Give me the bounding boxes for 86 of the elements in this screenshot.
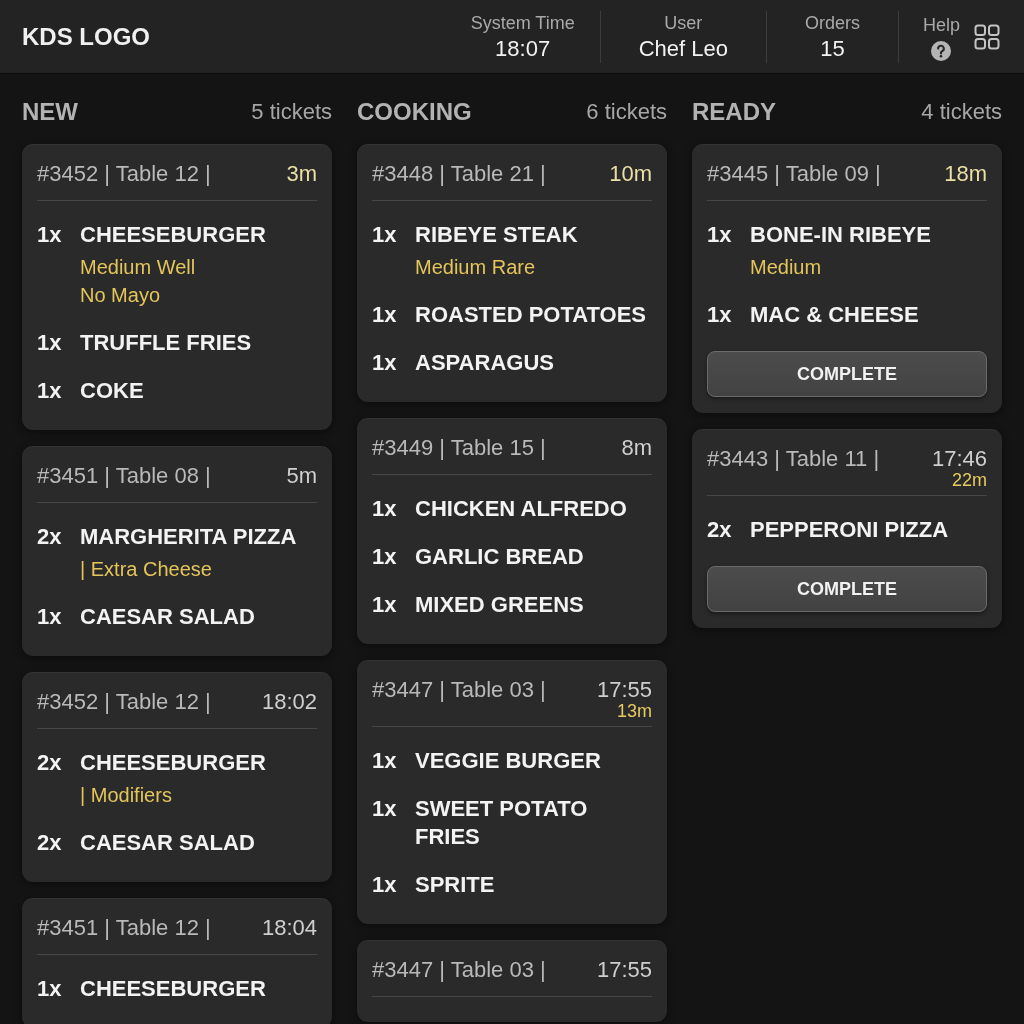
ticket-info: #3445 | Table 09 | — [707, 160, 881, 188]
item-quantity: 1x — [37, 603, 63, 631]
item-quantity: 1x — [372, 301, 398, 329]
item-name: CAESAR SALAD — [80, 603, 256, 631]
ticket-info: #3452 | Table 12 | — [37, 688, 211, 716]
item-quantity: 1x — [372, 591, 398, 619]
item-modifier: No Mayo — [80, 283, 161, 308]
item-quantity: 1x — [372, 495, 398, 523]
item-quantity: 1x — [37, 329, 63, 357]
item-quantity: 1x — [372, 871, 398, 899]
ticket-info: #3447 | Table 03 | — [372, 956, 546, 984]
item-quantity: 1x — [372, 747, 398, 775]
ticket-count: 6 tickets — [586, 98, 667, 126]
stat-value: Chef Leo — [638, 34, 728, 63]
item-name: ROASTED POTATOES — [415, 301, 648, 329]
item-name: MAC & CHEESE — [750, 301, 920, 329]
grid-icon[interactable] — [974, 23, 1000, 50]
item-quantity: 2x — [707, 516, 733, 544]
item-name: SPRITE — [415, 871, 496, 899]
item-quantity: 1x — [37, 377, 63, 405]
ticket-info: #3452 | Table 12 | — [37, 160, 211, 188]
item-name: CHICKEN ALFREDO — [415, 495, 628, 523]
elapsed-time: 22m — [952, 471, 987, 489]
item-name: RIBEYE STEAK — [415, 221, 579, 249]
ticket-info: #3448 | Table 21 | — [372, 160, 546, 188]
help-icon[interactable] — [931, 40, 952, 61]
elapsed-time: 13m — [617, 702, 652, 720]
item-name: PEPPERONI PIZZA — [750, 516, 950, 544]
item-name: VEGGIE BURGER — [415, 747, 602, 775]
ticket-time: 18:04 — [261, 914, 317, 942]
complete-button[interactable]: COMPLETE — [707, 566, 987, 612]
item-modifier: Medium Well — [80, 255, 196, 280]
stat-value: 18:07 — [495, 34, 551, 63]
column-title: NEW — [22, 97, 78, 127]
ticket-time: 5m — [286, 462, 317, 490]
column-title: COOKING — [357, 97, 472, 127]
ticket-time: 17:46 — [931, 445, 987, 473]
item-modifier: Medium — [750, 255, 822, 280]
ticket-time: 8m — [621, 434, 652, 462]
ticket-count: 4 tickets — [921, 98, 1002, 126]
item-quantity: 1x — [372, 221, 398, 249]
ticket-info: #3443 | Table 11 | — [707, 445, 880, 473]
item-quantity: 2x — [37, 749, 63, 777]
item-name: CAESAR SALAD — [80, 829, 256, 857]
ticket-time: 17:55 — [596, 956, 652, 984]
ticket-info: #3447 | Table 03 | — [372, 676, 546, 704]
ticket-info: #3451 | Table 12 | — [37, 914, 211, 942]
item-name: COKE — [80, 377, 145, 405]
ticket-info: #3449 | Table 15 | — [372, 434, 546, 462]
column-title: READY — [692, 97, 776, 127]
item-quantity: 2x — [37, 523, 63, 551]
item-quantity: 1x — [372, 349, 398, 377]
help-button[interactable]: Help — [922, 12, 960, 61]
item-name: CHEESEBURGER — [80, 975, 267, 1003]
logo-text: KDS LOGO — [22, 21, 150, 52]
item-name: GARLIC BREAD — [415, 543, 585, 571]
item-name: BONE-IN RIBEYE — [750, 221, 932, 249]
ticket-count: 5 tickets — [251, 98, 332, 126]
item-name: CHEESEBURGER — [80, 221, 267, 249]
item-name: CHEESEBURGER — [80, 749, 267, 777]
complete-button[interactable]: COMPLETE — [707, 351, 987, 397]
item-name: MIXED GREENS — [415, 591, 585, 619]
ticket-time: 18m — [944, 160, 987, 188]
item-quantity: 1x — [372, 795, 398, 823]
item-name: ASPARAGUS — [415, 349, 555, 377]
stat-label: System Time — [470, 11, 575, 35]
item-quantity: 2x — [37, 829, 63, 857]
ticket-time: 10m — [609, 160, 652, 188]
item-name: TRUFFLE FRIES — [80, 329, 253, 357]
ticket-time: 18:02 — [261, 688, 317, 716]
ticket-info: #3451 | Table 08 | — [37, 462, 211, 490]
item-name: SWEET POTATO FRIES — [415, 795, 589, 851]
stat-label: Orders — [804, 11, 860, 35]
ticket-time: 17:55 — [596, 676, 652, 704]
item-quantity: 1x — [37, 221, 63, 249]
item-name: MARGHERITA PIZZA — [80, 523, 298, 551]
item-quantity: 1x — [37, 975, 63, 1003]
item-modifier: | Extra Cheese — [80, 557, 212, 582]
stat-value: 15 — [820, 34, 845, 63]
item-quantity: 1x — [707, 301, 733, 329]
ticket-time: 3m — [286, 160, 317, 188]
item-quantity: 1x — [707, 221, 733, 249]
item-quantity: 1x — [372, 543, 398, 571]
item-modifier: | Modifiers — [80, 783, 172, 808]
stat-label: User — [664, 11, 703, 35]
item-modifier: Medium Rare — [415, 255, 536, 280]
